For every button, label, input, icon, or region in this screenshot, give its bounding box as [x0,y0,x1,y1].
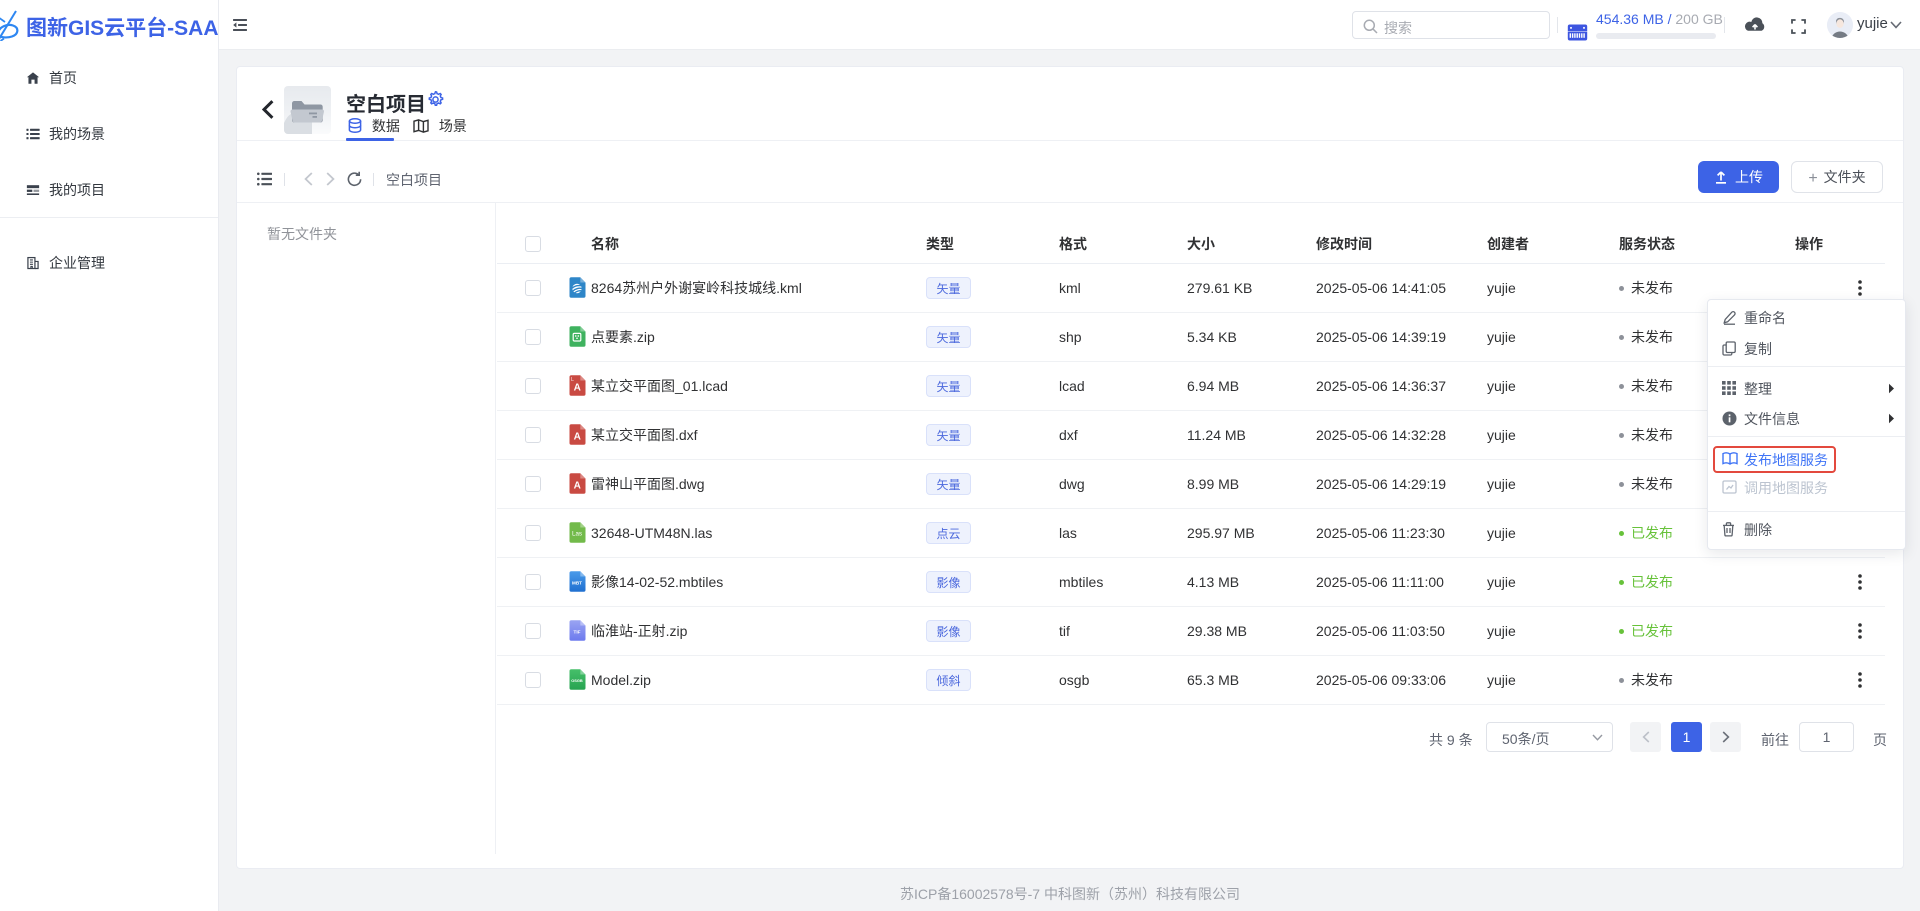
svg-text:A: A [574,481,581,492]
svg-text:TIF: TIF [574,629,581,634]
svg-text:L: L [571,377,574,383]
svg-text:A: A [574,383,581,394]
svg-text:A: A [574,432,581,443]
svg-text:Las: Las [572,531,582,538]
svg-text:OSGB: OSGB [571,678,583,683]
svg-text:MBT: MBT [572,580,582,585]
